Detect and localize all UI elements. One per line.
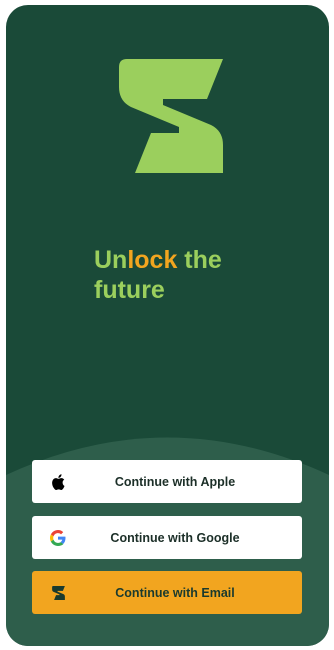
headline-part-1: Un	[94, 246, 128, 274]
google-button-label: Continue with Google	[110, 530, 240, 545]
headline-accent: lock	[127, 246, 178, 274]
continue-with-google-button[interactable]: Continue with Google	[32, 516, 302, 559]
brand-logo	[119, 59, 223, 173]
app-screen: Unlock the future Continue with Apple Co…	[6, 5, 329, 646]
headline-part-2: the	[177, 246, 222, 274]
apple-icon	[48, 472, 68, 492]
email-button-label: Continue with Email	[115, 585, 235, 600]
google-icon	[48, 528, 68, 548]
headline-line-2: future	[94, 276, 165, 304]
brand-s-icon	[48, 583, 68, 603]
apple-button-label: Continue with Apple	[114, 474, 236, 489]
headline-line-1: Unlock the	[94, 245, 294, 275]
continue-with-apple-button[interactable]: Continue with Apple	[32, 460, 302, 503]
headline: Unlock the future	[94, 245, 294, 305]
continue-with-email-button[interactable]: Continue with Email	[32, 571, 302, 614]
